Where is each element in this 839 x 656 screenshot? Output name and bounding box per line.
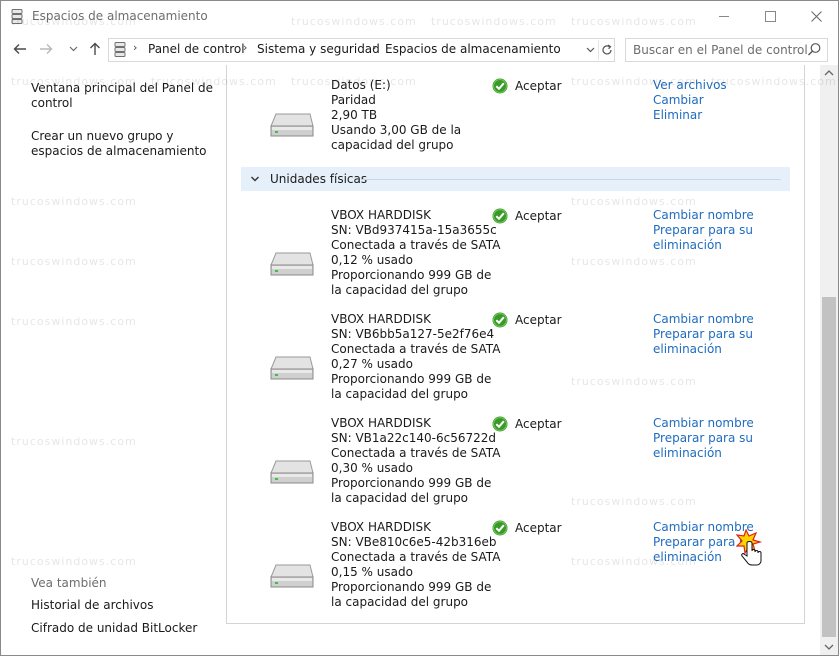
arrow-up-icon bbox=[90, 42, 100, 55]
address-history-button[interactable] bbox=[583, 42, 597, 58]
drive-status: Aceptar bbox=[515, 521, 562, 535]
window-title: Espacios de almacenamiento bbox=[32, 9, 208, 23]
left-navigation-pane: Ventana principal del Panel de control C… bbox=[1, 65, 226, 655]
minimize-button[interactable] bbox=[701, 1, 747, 31]
space-status: Aceptar bbox=[515, 79, 562, 93]
breadcrumb-system-security[interactable]: Sistema y seguridad bbox=[257, 42, 380, 56]
ok-status-icon bbox=[492, 416, 508, 432]
breadcrumb-separator-icon: › bbox=[243, 41, 248, 54]
chevron-down-icon bbox=[251, 176, 259, 182]
bitlocker-link[interactable]: Cifrado de unidad BitLocker bbox=[31, 621, 197, 636]
view-files-link[interactable]: Ver archivos bbox=[653, 78, 727, 93]
drive-details: VBOX HARDDISK SN: VBd937415a-15a3655c Co… bbox=[331, 208, 501, 297]
rename-drive-link[interactable]: Cambiar nombre bbox=[653, 312, 754, 327]
delete-link[interactable]: Eliminar bbox=[653, 108, 702, 123]
section-divider bbox=[361, 179, 781, 180]
scrollbar-thumb[interactable] bbox=[822, 297, 836, 637]
refresh-button[interactable] bbox=[598, 40, 615, 60]
chevron-down-icon bbox=[69, 46, 77, 52]
drive-status: Aceptar bbox=[515, 209, 562, 223]
ok-status-icon bbox=[492, 78, 508, 94]
drive-details: VBOX HARDDISK SN: VBe810c6e5-42b316eb Co… bbox=[331, 520, 501, 609]
close-button[interactable] bbox=[793, 1, 838, 31]
refresh-icon bbox=[602, 44, 612, 55]
mouse-pointer-icon bbox=[736, 529, 763, 566]
navigation-bar: › Panel de control › Sistema y seguridad… bbox=[1, 33, 838, 65]
arrow-left-icon bbox=[13, 44, 26, 54]
drive-status: Aceptar bbox=[515, 417, 562, 431]
prepare-removal-link[interactable]: Preparar para su eliminación bbox=[653, 431, 753, 461]
recent-locations-button[interactable] bbox=[63, 40, 83, 58]
search-box[interactable] bbox=[625, 38, 828, 62]
search-input[interactable] bbox=[627, 40, 810, 60]
prepare-removal-link[interactable]: Preparar para su eliminación bbox=[653, 327, 753, 357]
drive-status: Aceptar bbox=[515, 313, 562, 327]
drive-icon bbox=[270, 251, 314, 277]
up-button[interactable] bbox=[85, 40, 105, 58]
vertical-scrollbar[interactable] bbox=[820, 65, 838, 655]
control-panel-home-link[interactable]: Ventana principal del Panel de control bbox=[31, 81, 213, 111]
scroll-up-icon[interactable] bbox=[824, 69, 834, 77]
drive-icon bbox=[270, 355, 314, 381]
see-also-label: Vea también bbox=[31, 576, 107, 590]
drive-icon bbox=[270, 563, 314, 589]
drive-details: VBOX HARDDISK SN: VB1a22c140-6c56722d Co… bbox=[331, 416, 501, 505]
physical-drives-section-header[interactable]: Unidades físicas bbox=[241, 167, 790, 191]
rename-drive-link[interactable]: Cambiar nombre bbox=[653, 208, 754, 223]
prepare-removal-link[interactable]: Preparar para su eliminación bbox=[653, 223, 753, 253]
chevron-down-icon bbox=[586, 47, 594, 53]
drive-icon bbox=[270, 459, 314, 485]
breadcrumb-control-panel[interactable]: Panel de control bbox=[148, 42, 245, 56]
breadcrumb-separator-icon: › bbox=[133, 41, 138, 54]
content-pane: Datos (E:) Paridad 2,90 TB Usando 3,00 G… bbox=[226, 65, 805, 624]
breadcrumb-storage-spaces[interactable]: Espacios de almacenamiento bbox=[385, 42, 561, 56]
ok-status-icon bbox=[492, 520, 508, 536]
back-button[interactable] bbox=[10, 40, 30, 58]
forward-button[interactable] bbox=[36, 40, 56, 58]
search-icon[interactable] bbox=[807, 42, 822, 57]
change-link[interactable]: Cambiar bbox=[653, 93, 704, 108]
maximize-button[interactable] bbox=[747, 1, 793, 31]
rename-drive-link[interactable]: Cambiar nombre bbox=[653, 416, 754, 431]
storage-spaces-window: Espacios de almacenamiento › Panel de co… bbox=[0, 0, 839, 656]
file-history-link[interactable]: Historial de archivos bbox=[31, 598, 154, 613]
space-details: Datos (E:) Paridad 2,90 TB Usando 3,00 G… bbox=[331, 78, 462, 152]
arrow-right-icon bbox=[40, 44, 53, 54]
scroll-down-icon[interactable] bbox=[824, 643, 834, 651]
ok-status-icon bbox=[492, 312, 508, 328]
breadcrumb-separator-icon: › bbox=[372, 41, 377, 54]
storage-spaces-icon bbox=[11, 9, 23, 24]
drive-details: VBOX HARDDISK SN: VB6bb5a127-5e2f76e4 Co… bbox=[331, 312, 501, 401]
close-icon bbox=[810, 10, 822, 22]
title-bar: Espacios de almacenamiento bbox=[1, 1, 838, 33]
create-pool-link[interactable]: Crear un nuevo grupo y espacios de almac… bbox=[31, 129, 207, 159]
physical-drives-title: Unidades físicas bbox=[270, 172, 368, 186]
address-bar[interactable]: › Panel de control › Sistema y seguridad… bbox=[108, 38, 615, 62]
ok-status-icon bbox=[492, 208, 508, 224]
drive-icon bbox=[270, 112, 314, 138]
storage-spaces-icon bbox=[114, 42, 126, 57]
